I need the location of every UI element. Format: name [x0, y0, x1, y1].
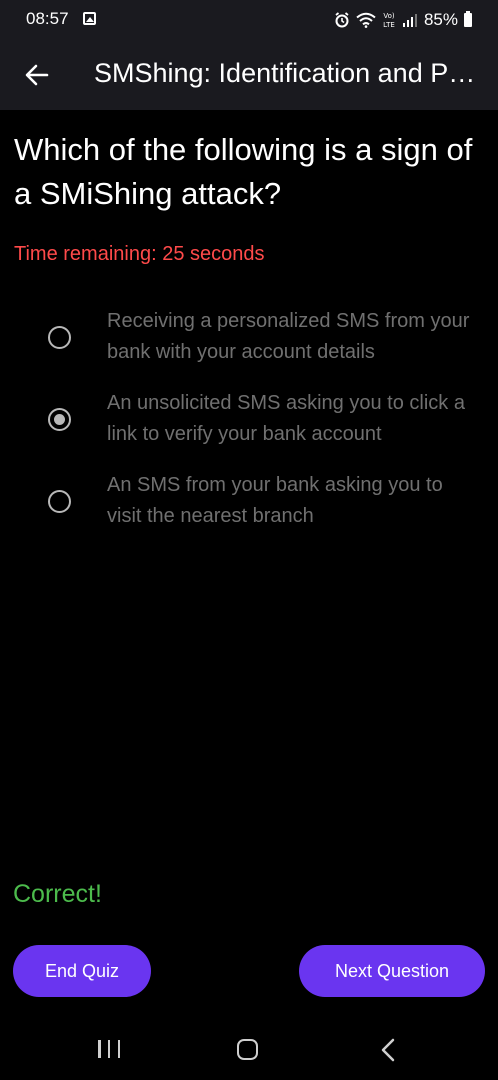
alarm-icon	[335, 12, 349, 28]
recents-icon[interactable]	[98, 1040, 120, 1058]
answer-feedback: Correct!	[13, 880, 102, 908]
status-time: 08:57	[26, 9, 69, 28]
arrow-left-icon	[25, 64, 49, 86]
answer-option-2[interactable]: An unsolicited SMS asking you to click a…	[0, 388, 498, 450]
volte-icon: Vo) LTE	[383, 12, 395, 29]
signal-icon	[402, 14, 417, 27]
battery-percentage: 85%	[423, 10, 458, 29]
answer-option-label: An SMS from your bank asking you to visi…	[107, 474, 443, 527]
app-bar: SMShing: Identification and Prevention	[0, 40, 498, 110]
question-text: Which of the following is a sign of a SM…	[14, 132, 473, 211]
battery-icon	[464, 11, 472, 27]
svg-text:LTE: LTE	[383, 21, 395, 29]
gallery-icon	[83, 12, 96, 25]
radio-button-2[interactable]	[48, 407, 71, 431]
answer-option-3[interactable]: An SMS from your bank asking you to visi…	[0, 470, 498, 532]
back-button[interactable]	[18, 56, 56, 94]
answer-option-1[interactable]: Receiving a personalized SMS from your b…	[0, 306, 498, 368]
end-quiz-button[interactable]: End Quiz	[13, 945, 151, 997]
answer-option-label: Receiving a personalized SMS from your b…	[107, 310, 470, 363]
svg-text:Vo): Vo)	[383, 12, 395, 20]
radio-button-3[interactable]	[48, 489, 71, 513]
radio-button-1[interactable]	[48, 325, 71, 349]
time-remaining: Time remaining: 25 seconds	[14, 243, 265, 265]
answer-option-label: An unsolicited SMS asking you to click a…	[107, 392, 465, 445]
status-bar: 08:57 Vo) LTE 85%	[0, 0, 498, 40]
answer-options: Receiving a personalized SMS from your b…	[0, 306, 498, 532]
wifi-icon	[356, 12, 376, 28]
status-icons: Vo) LTE 85%	[334, 8, 472, 32]
home-icon[interactable]	[237, 1039, 258, 1060]
navigation-bar	[0, 1018, 498, 1080]
page-title: SMShing: Identification and Prevention	[94, 58, 484, 88]
next-question-button[interactable]: Next Question	[299, 945, 485, 997]
back-icon[interactable]	[380, 1038, 396, 1062]
